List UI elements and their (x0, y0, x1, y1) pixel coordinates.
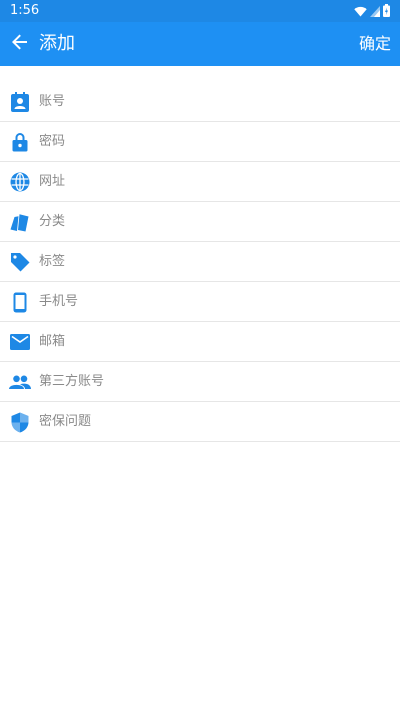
mail-icon (9, 331, 31, 353)
field-label: 手机号 (39, 294, 79, 309)
field-category[interactable]: 分类 (0, 202, 400, 242)
field-label: 标签 (39, 254, 66, 269)
app-bar: 添加 确定 (0, 22, 400, 66)
field-label: 账号 (39, 94, 66, 109)
field-account[interactable]: 账号 (0, 82, 400, 122)
signal-icon (370, 2, 380, 21)
field-password[interactable]: 密码 (0, 122, 400, 162)
page-title: 添加 (39, 33, 75, 54)
add-entry-screen: 1:56 添加 确定 账号 密码 网址 分类 标签 手机号 邮箱 第三方账号 密… (0, 0, 400, 710)
field-label: 密保问题 (39, 414, 92, 429)
field-label: 密码 (39, 134, 66, 149)
field-tags[interactable]: 标签 (0, 242, 400, 282)
lock-icon (9, 131, 31, 153)
status-icons (354, 2, 390, 21)
status-time: 1:56 (10, 3, 40, 18)
confirm-button[interactable]: 确定 (359, 33, 391, 55)
field-security-question[interactable]: 密保问题 (0, 402, 400, 442)
globe-icon (9, 171, 31, 193)
field-label: 网址 (39, 174, 66, 189)
field-phone[interactable]: 手机号 (0, 282, 400, 322)
field-label: 邮箱 (39, 334, 66, 349)
tag-icon (9, 251, 31, 273)
back-button[interactable] (6, 30, 34, 58)
field-third-party-account[interactable]: 第三方账号 (0, 362, 400, 402)
shield-icon (9, 411, 31, 433)
status-bar: 1:56 (0, 0, 400, 22)
contact-card-icon (9, 91, 31, 113)
people-icon (9, 371, 31, 393)
battery-icon (383, 2, 390, 21)
field-email[interactable]: 邮箱 (0, 322, 400, 362)
phone-icon (9, 291, 31, 313)
arrow-left-icon (11, 33, 29, 55)
field-list: 账号 密码 网址 分类 标签 手机号 邮箱 第三方账号 密保问题 (0, 82, 400, 442)
field-label: 第三方账号 (39, 374, 105, 389)
field-label: 分类 (39, 214, 66, 229)
wifi-icon (354, 2, 367, 21)
cards-icon (9, 211, 31, 233)
field-url[interactable]: 网址 (0, 162, 400, 202)
